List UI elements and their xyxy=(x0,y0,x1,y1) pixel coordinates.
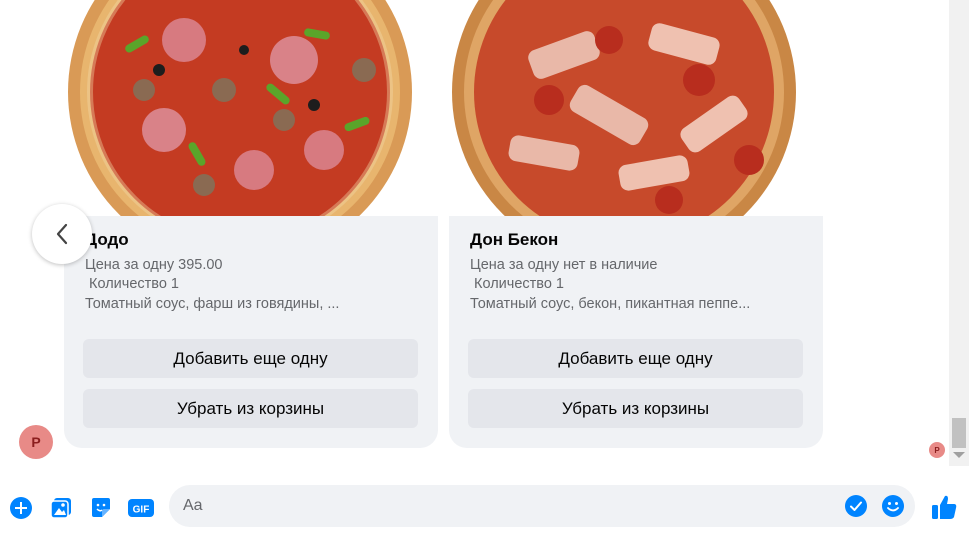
sticker-button[interactable] xyxy=(88,495,114,521)
quantity-line: Количество 1 xyxy=(85,276,421,292)
add-one-more-button[interactable]: Добавить еще одну xyxy=(468,339,803,378)
pizza-image-dodo xyxy=(64,0,438,216)
send-like-button[interactable] xyxy=(930,493,958,521)
read-receipt-avatar: P xyxy=(929,442,945,458)
message-composer: GIF xyxy=(0,476,969,539)
sender-avatar[interactable]: P xyxy=(19,425,53,459)
plus-icon xyxy=(10,497,32,519)
description-line: Томатный соус, бекон, пикантная пеппе... xyxy=(470,296,751,312)
product-title: Дон Бекон xyxy=(470,230,559,249)
like-icon xyxy=(932,495,957,519)
message-input-box[interactable] xyxy=(169,485,915,527)
remove-from-cart-button[interactable]: Убрать из корзины xyxy=(468,389,803,428)
scrollbar-thumb[interactable] xyxy=(952,418,966,448)
checkmark-icon[interactable] xyxy=(844,494,868,518)
carousel-prev-button[interactable] xyxy=(32,204,92,264)
gif-label: GIF xyxy=(133,505,150,516)
price-line: Цена за одну нет в наличие xyxy=(470,257,658,273)
more-actions-button[interactable] xyxy=(8,495,34,521)
chat-area: Додо Цена за одну 395.00 Количество 1 То… xyxy=(0,0,949,466)
description-line: Томатный соус, фарш из говядины, ... xyxy=(85,296,340,312)
quantity-text: Количество 1 xyxy=(474,276,564,292)
scroll-down-arrow-icon[interactable] xyxy=(953,452,965,458)
chat-scrollbar[interactable] xyxy=(949,0,969,466)
photo-icon xyxy=(50,498,71,519)
add-one-more-button[interactable]: Добавить еще одну xyxy=(83,339,418,378)
emoji-icon[interactable] xyxy=(881,494,905,518)
remove-from-cart-button[interactable]: Убрать из корзины xyxy=(83,389,418,428)
sticker-icon xyxy=(92,498,110,517)
product-card-don-bekon: Дон Бекон Цена за одну нет в наличие Кол… xyxy=(449,0,823,448)
pizza-image-don-bekon xyxy=(449,0,823,216)
message-input[interactable] xyxy=(183,485,823,527)
quantity-line: Количество 1 xyxy=(470,276,806,292)
gif-button[interactable]: GIF xyxy=(127,495,155,521)
price-line: Цена за одну 395.00 xyxy=(85,257,223,273)
quantity-text: Количество 1 xyxy=(89,276,179,292)
gif-icon: GIF xyxy=(128,499,154,517)
product-card-dodo: Додо Цена за одну 395.00 Количество 1 То… xyxy=(64,0,438,448)
chevron-left-icon xyxy=(56,223,68,245)
attach-photo-button[interactable] xyxy=(48,495,74,521)
